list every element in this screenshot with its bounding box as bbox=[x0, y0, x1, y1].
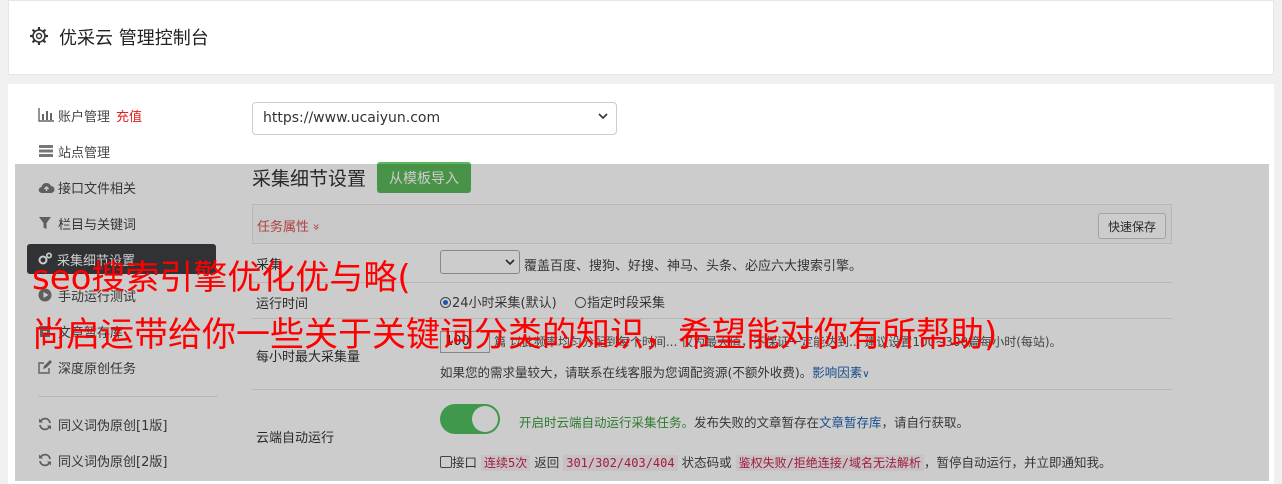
chevron-down-icon bbox=[598, 113, 608, 120]
sidebar-item-synonym-v1[interactable]: 同义词伪原创[1版] bbox=[28, 409, 218, 439]
sidebar-item-deep-original[interactable]: 深度原创任务 bbox=[28, 352, 218, 382]
engine-description: 覆盖百度、搜狗、好搜、神马、头条、必应六大搜索引擎。 bbox=[524, 259, 863, 274]
task-attributes-label: 任务属性 bbox=[257, 220, 310, 235]
sidebar-item-label: 同义词伪原创[2版] bbox=[58, 454, 168, 470]
sidebar-item-label: 站点管理 bbox=[58, 145, 111, 161]
sidebar-item-synonym-v2[interactable]: 同义词伪原创[2版] bbox=[28, 445, 218, 475]
code-consecutive: 连续5次 bbox=[481, 455, 531, 471]
task-attributes-bar: 任务属性 » 快速保存 bbox=[252, 204, 1172, 244]
cloud-auto-run-text-a: 发布失败的文章暂存在 bbox=[694, 415, 820, 430]
sidebar-item-keywords[interactable]: 栏目与关键词 bbox=[28, 208, 218, 238]
influence-factors-link[interactable]: 影响因素 bbox=[812, 365, 862, 380]
sidebar-divider bbox=[38, 396, 218, 397]
gear-icon bbox=[30, 27, 48, 45]
cloud-upload-icon bbox=[28, 181, 58, 194]
row-divider bbox=[252, 389, 1172, 390]
article-store-link[interactable]: 文章暂存库 bbox=[819, 415, 882, 430]
sidebar-item-label: 深度原创任务 bbox=[58, 361, 137, 377]
sidebar-item-label: 栏目与关键词 bbox=[58, 217, 137, 233]
code-errors: 鉴权失败/拒绝连接/域名无法解析 bbox=[735, 455, 925, 471]
toggle-knob bbox=[472, 406, 498, 432]
engine-select[interactable] bbox=[440, 250, 520, 274]
recharge-link[interactable]: 充值 bbox=[116, 106, 142, 125]
server-icon bbox=[28, 144, 58, 158]
cloud-auto-run-description: 开启时云端自动运行采集任务。发布失败的文章暂存在文章暂存库，请自行获取。 bbox=[519, 412, 969, 431]
sidebar-item-sites[interactable]: 站点管理 bbox=[28, 136, 218, 166]
filter-icon bbox=[28, 216, 58, 230]
section-title: 采集细节设置 bbox=[252, 168, 367, 190]
code-status: 301/302/403/404 bbox=[563, 455, 678, 471]
top-header: 优采云 管理控制台 bbox=[8, 0, 1274, 75]
cloud-auto-run-enabled-text: 开启时云端自动运行采集任务。 bbox=[519, 415, 695, 430]
pause-rule-text-3: ，暂停自动运行，并立即通知我。 bbox=[924, 455, 1112, 470]
sidebar-item-interface[interactable]: 接口文件相关 bbox=[28, 172, 218, 202]
cloud-auto-run-text-b: ，请自行获取。 bbox=[881, 415, 970, 430]
chevron-down-icon: ∨ bbox=[862, 369, 870, 380]
sidebar-item-label: 账户管理 bbox=[58, 109, 111, 125]
site-select[interactable]: https://www.ucaiyun.com bbox=[252, 102, 617, 135]
pause-rule-label: 接口 bbox=[452, 455, 478, 470]
pause-rule-checkbox[interactable] bbox=[440, 456, 452, 468]
sidebar-item-account[interactable]: 账户管理 充值 bbox=[28, 100, 218, 130]
pause-rule-text-1: 返回 bbox=[534, 455, 560, 470]
import-template-button[interactable]: 从模板导入 bbox=[377, 162, 471, 193]
cloud-auto-run-label: 云端自动运行 bbox=[256, 431, 335, 446]
sidebar-item-label: 接口文件相关 bbox=[58, 181, 137, 197]
watermark-line-1: seo搜索引擎优化优与略( bbox=[32, 258, 411, 298]
quick-save-button[interactable]: 快速保存 bbox=[1097, 213, 1166, 239]
max-per-hour-note: 如果您的需求量较大，请联系在线客服为您调配资源(不额外收费)。影响因素∨ bbox=[440, 362, 870, 381]
chevron-down-icon bbox=[505, 259, 515, 266]
edit-icon bbox=[28, 360, 58, 374]
max-per-hour-note-text: 如果您的需求量较大，请联系在线客服为您调配资源(不额外收费)。 bbox=[440, 365, 813, 380]
cloud-auto-run-toggle[interactable] bbox=[440, 404, 500, 434]
task-attributes-toggle[interactable]: 任务属性 » bbox=[257, 216, 324, 235]
watermark-line-2: 尚启运带给你一些关于关键词分类的知识，希望能对你有所帮助) bbox=[32, 315, 998, 355]
site-select-value: https://www.ucaiyun.com bbox=[263, 110, 441, 126]
refresh-icon bbox=[28, 417, 58, 431]
refresh-icon bbox=[28, 453, 58, 467]
pause-rule-text-2: 状态码或 bbox=[681, 455, 732, 470]
bar-chart-icon bbox=[28, 108, 58, 122]
console-title: 优采云 管理控制台 bbox=[59, 28, 209, 49]
pause-rule-line: 接口 连续5次 返回 301/302/403/404 状态码或 鉴权失败/拒绝连… bbox=[440, 452, 1112, 471]
sidebar-item-label: 同义词伪原创[1版] bbox=[58, 418, 168, 434]
chevron-down-icon: » bbox=[309, 223, 324, 231]
